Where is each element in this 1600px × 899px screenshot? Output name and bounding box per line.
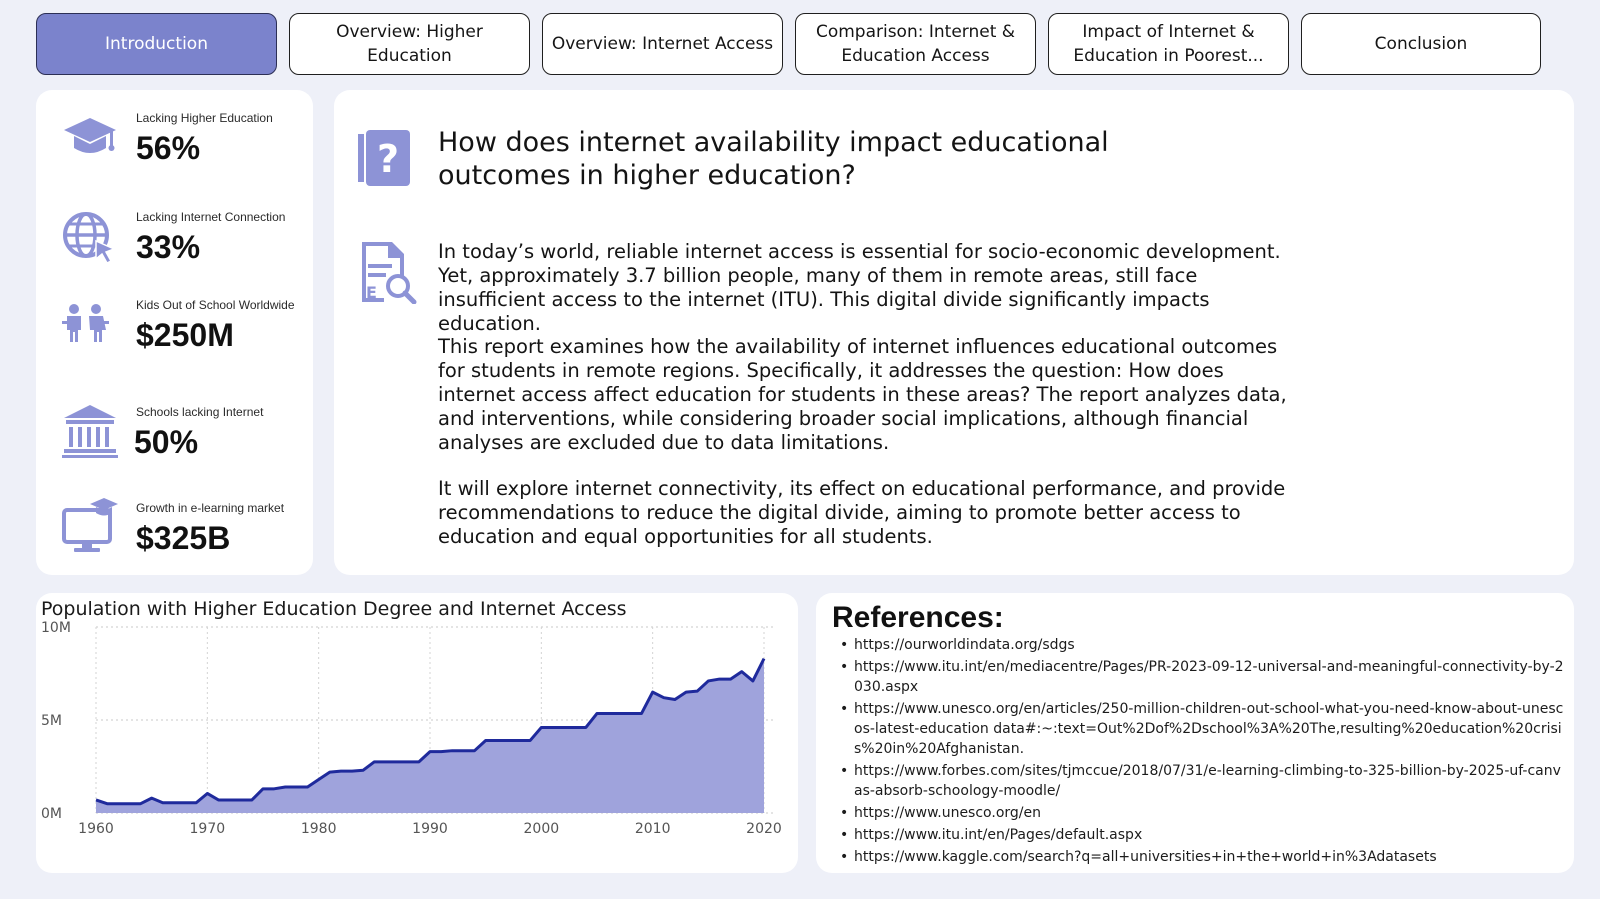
reference-link[interactable]: https://www.kaggle.com/search?q=all+univ… bbox=[840, 847, 1565, 867]
references-list: https://ourworldindata.org/sdgs https://… bbox=[840, 635, 1565, 869]
question-icon: ? bbox=[358, 130, 410, 186]
y-tick-label: 5M bbox=[41, 713, 62, 729]
reference-link[interactable]: https://www.unesco.org/en bbox=[840, 803, 1565, 823]
references-title: References: bbox=[832, 601, 1004, 634]
document-search-icon: E bbox=[362, 242, 417, 304]
reference-link[interactable]: https://www.itu.int/en/mediacentre/Pages… bbox=[840, 657, 1565, 697]
intro-question: How does internet availability impact ed… bbox=[438, 127, 1109, 191]
intro-paragraph: In today’s world, reliable internet acce… bbox=[438, 240, 1281, 335]
y-tick-label: 0M bbox=[41, 806, 62, 822]
svg-text:?: ? bbox=[377, 137, 399, 181]
intro-paragraph: It will explore internet connectivity, i… bbox=[438, 477, 1286, 548]
x-tick-label: 1990 bbox=[412, 821, 448, 837]
references-panel: References: https://ourworldindata.org/s… bbox=[816, 593, 1574, 873]
kpi-schools-lacking-internet: Schools lacking Internet 50% bbox=[36, 394, 313, 474]
kpi-label: Lacking Internet Connection bbox=[136, 210, 286, 224]
y-tick-label: 10M bbox=[41, 620, 71, 636]
x-tick-label: 2010 bbox=[635, 821, 671, 837]
tab-overview-higher-education[interactable]: Overview: Higher Education bbox=[289, 13, 530, 75]
series-area bbox=[96, 658, 764, 813]
x-tick-label: 1980 bbox=[301, 821, 337, 837]
graduation-cap-icon bbox=[64, 118, 116, 153]
tab-impact-poorest[interactable]: Impact of Internet & Education in Poores… bbox=[1048, 13, 1289, 75]
x-tick-label: 1960 bbox=[78, 821, 114, 837]
school-building-icon bbox=[62, 405, 118, 458]
page-tabs: Introduction Overview: Higher Education … bbox=[36, 13, 1570, 75]
kpi-lacking-internet: Lacking Internet Connection 33% bbox=[36, 199, 313, 279]
kpi-value: $250M bbox=[136, 317, 234, 353]
kpi-label: Schools lacking Internet bbox=[136, 405, 264, 419]
tab-conclusion[interactable]: Conclusion bbox=[1301, 13, 1541, 75]
x-tick-label: 2020 bbox=[746, 821, 782, 837]
svg-text:E: E bbox=[366, 283, 377, 302]
kpi-elearning-growth: Growth in e-learning market $325B bbox=[36, 490, 313, 570]
tab-introduction[interactable]: Introduction bbox=[36, 13, 277, 75]
reference-link[interactable]: https://ourworldindata.org/sdgs bbox=[840, 635, 1565, 655]
x-tick-label: 1970 bbox=[190, 821, 226, 837]
kpi-lacking-higher-education: Lacking Higher Education 56% bbox=[36, 100, 313, 180]
intro-panel: ? How does internet availability impact … bbox=[334, 90, 1574, 575]
kpi-kids-out-of-school: Kids Out of School Worldwide $250M bbox=[36, 293, 313, 373]
kpi-label: Kids Out of School Worldwide bbox=[136, 298, 295, 312]
children-icon bbox=[62, 304, 109, 342]
reference-link[interactable]: https://www.itu.int/en/Pages/default.asp… bbox=[840, 825, 1565, 845]
x-tick-label: 2000 bbox=[524, 821, 560, 837]
kpi-value: 50% bbox=[134, 424, 199, 460]
kpi-value: $325B bbox=[136, 520, 231, 556]
kpi-value: 33% bbox=[136, 229, 201, 265]
reference-link[interactable]: https://www.forbes.com/sites/tjmccue/201… bbox=[840, 761, 1565, 801]
kpi-panel: Lacking Higher Education 56% Lacking Int… bbox=[36, 90, 313, 575]
tab-comparison[interactable]: Comparison: Internet & Education Access bbox=[795, 13, 1036, 75]
reference-link[interactable]: https://www.unesco.org/en/articles/250-m… bbox=[840, 699, 1565, 759]
tab-overview-internet-access[interactable]: Overview: Internet Access bbox=[542, 13, 783, 75]
kpi-value: 56% bbox=[136, 130, 201, 166]
kpi-label: Growth in e-learning market bbox=[136, 501, 285, 515]
globe-cursor-icon bbox=[63, 212, 116, 264]
computer-learning-icon bbox=[62, 498, 118, 552]
chart-panel: Population with Higher Education Degree … bbox=[36, 593, 798, 873]
intro-paragraph: This report examines how the availabilit… bbox=[438, 335, 1287, 454]
kpi-label: Lacking Higher Education bbox=[136, 111, 273, 125]
area-chart: 0M 5M 10M 1960 1970 1980 1990 2000 2010 2020 bbox=[41, 620, 782, 837]
